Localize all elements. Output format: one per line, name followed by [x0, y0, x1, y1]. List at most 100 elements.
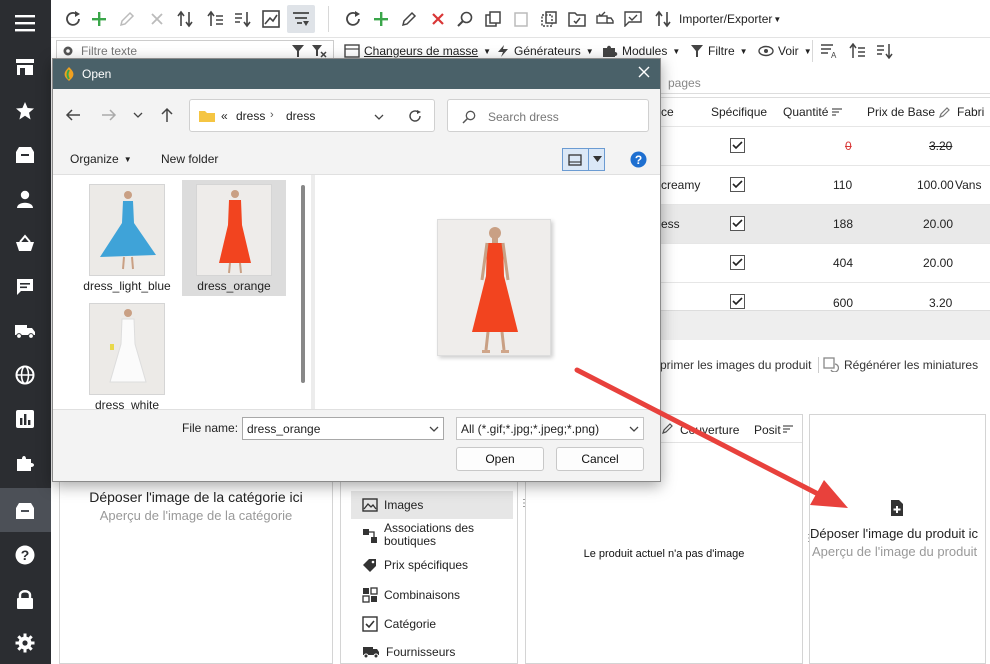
table-row[interactable]: 600 3.20	[655, 282, 990, 312]
gear-icon[interactable]	[61, 44, 75, 58]
view-menu[interactable]: Voir ▼	[758, 42, 812, 60]
store-icon[interactable]	[12, 54, 38, 80]
table-row[interactable]: ess 188 20.00	[655, 204, 990, 243]
breadcrumb-item[interactable]: dress	[286, 109, 315, 123]
refresh-icon[interactable]	[63, 9, 83, 29]
user-icon[interactable]	[12, 186, 38, 212]
column-header-reference[interactable]: ce	[661, 98, 674, 126]
specific-checkbox[interactable]	[730, 177, 745, 192]
image-edit-icon[interactable]	[261, 9, 281, 29]
search-field[interactable]: Search dress	[447, 99, 649, 132]
menu-item-category[interactable]: Catégorie	[362, 616, 436, 632]
file-item[interactable]: dress_orange	[182, 180, 286, 296]
basket-icon[interactable]	[12, 230, 38, 256]
globe-icon[interactable]	[12, 362, 38, 388]
settings-gear-icon[interactable]	[12, 630, 38, 656]
organize-menu[interactable]: Organize ▼	[70, 152, 132, 166]
specific-checkbox[interactable]	[730, 216, 745, 231]
refresh-icon[interactable]	[408, 109, 422, 123]
stats-icon[interactable]	[12, 406, 38, 432]
close-icon[interactable]	[638, 66, 650, 78]
move-down-icon[interactable]	[876, 42, 894, 60]
clear-filter-icon[interactable]	[311, 44, 327, 58]
specific-checkbox[interactable]	[730, 255, 745, 270]
view-dropdown-icon[interactable]	[593, 156, 602, 162]
edit-product-icon[interactable]	[399, 9, 419, 29]
file-item[interactable]: dress_white	[75, 299, 179, 409]
table-row[interactable]: 404 20.00	[655, 243, 990, 282]
column-header-manufacturer[interactable]: Fabri	[957, 98, 984, 126]
address-dropdown-chevron-icon[interactable]	[374, 113, 384, 121]
address-bar[interactable]: « dress › dress	[189, 99, 435, 132]
back-arrow-icon[interactable]	[65, 108, 81, 122]
table-row[interactable]: 0 3.20	[655, 126, 990, 165]
file-name-dropdown-icon[interactable]	[429, 425, 439, 433]
chat-icon[interactable]	[12, 274, 38, 300]
regenerate-icon	[823, 357, 839, 372]
folder-check-icon[interactable]	[567, 9, 587, 29]
table-row[interactable]: creamy 110 100.00 Vans	[655, 165, 990, 204]
breadcrumb-overflow[interactable]: «	[221, 109, 228, 123]
breadcrumb-item[interactable]: dress	[236, 109, 265, 123]
filter-menu[interactable]: Filtre ▼	[690, 42, 748, 60]
open-button[interactable]: Open	[456, 447, 544, 471]
import-export-icon[interactable]	[653, 9, 673, 29]
copy-icon[interactable]	[483, 9, 503, 29]
puzzle-icon[interactable]	[12, 450, 38, 476]
filter-list-icon[interactable]	[287, 5, 315, 33]
star-icon[interactable]	[12, 98, 38, 124]
add-icon[interactable]	[89, 9, 109, 29]
menu-item-specific-prices[interactable]: Prix spécifiques	[362, 558, 468, 572]
scrollbar-thumb[interactable]	[301, 185, 305, 383]
file-item[interactable]: dress_light_blue	[75, 180, 179, 296]
inbox-icon[interactable]	[12, 142, 38, 168]
column-header-position[interactable]: Posit	[754, 423, 781, 437]
hamburger-menu-icon[interactable]	[12, 10, 38, 36]
toolbar-separator	[812, 40, 813, 62]
file-name-input[interactable]: dress_orange	[242, 417, 444, 440]
move-up-icon[interactable]	[205, 9, 225, 29]
move-down-icon[interactable]	[233, 9, 253, 29]
sort-icon[interactable]	[782, 424, 794, 434]
delete-product-images-button[interactable]: primer les images du produit	[660, 358, 811, 372]
funnel-icon[interactable]	[291, 44, 305, 58]
truck-icon[interactable]	[12, 318, 38, 344]
import-export-menu[interactable]: Importer/Exporter ▼	[679, 12, 781, 26]
recent-locations-chevron-icon[interactable]	[133, 111, 143, 119]
search-icon[interactable]	[455, 9, 475, 29]
file-type-select[interactable]: All (*.gif;*.jpg;*.jpeg;*.png)	[456, 417, 644, 440]
sort-updown-icon[interactable]	[175, 9, 195, 29]
tab-pages[interactable]: pages	[668, 76, 701, 90]
add-product-icon[interactable]	[371, 9, 391, 29]
menu-item-shop-associations[interactable]: Associations des boutiques	[362, 522, 480, 548]
truck-check-icon[interactable]	[595, 9, 615, 29]
catalog-box-icon[interactable]	[12, 498, 38, 524]
shop-association-icon	[363, 529, 377, 543]
up-arrow-icon[interactable]	[160, 107, 174, 123]
menu-item-images[interactable]: Images	[362, 498, 423, 512]
product-image-drop-panel[interactable]: Déposer l'image du produit ic Aperçu de …	[809, 414, 986, 664]
menu-item-combinations[interactable]: Combinaisons	[362, 587, 460, 603]
column-header-cover[interactable]: Couverture	[680, 423, 739, 437]
sort-az-icon[interactable]: A	[820, 42, 838, 60]
column-header-specific[interactable]: Spécifique	[711, 98, 767, 126]
help-icon[interactable]: ?	[12, 542, 38, 568]
regenerate-thumbnails-button[interactable]: Régénérer les miniatures	[823, 357, 978, 372]
menu-item-suppliers[interactable]: Fournisseurs	[362, 645, 455, 659]
cancel-button[interactable]: Cancel	[556, 447, 644, 471]
refresh-products-icon[interactable]	[343, 9, 363, 29]
new-folder-button[interactable]: New folder	[161, 152, 218, 166]
move-up-icon[interactable]	[848, 42, 866, 60]
message-check-icon[interactable]	[623, 9, 643, 29]
duplicate-icon[interactable]	[539, 9, 559, 29]
view-mode-toggle[interactable]	[562, 148, 605, 171]
column-header-base-price[interactable]: Prix de Base	[867, 98, 951, 126]
column-header-quantity[interactable]: Quantité	[783, 98, 843, 126]
delete-product-icon[interactable]	[428, 9, 448, 29]
specific-checkbox[interactable]	[730, 294, 745, 309]
file-type-dropdown-icon[interactable]	[629, 425, 639, 433]
help-icon[interactable]: ?	[630, 151, 647, 168]
specific-checkbox[interactable]	[730, 138, 745, 153]
lock-icon[interactable]	[12, 586, 38, 612]
category-drop-title[interactable]: Déposer l'image de la catégorie ici	[60, 489, 332, 505]
